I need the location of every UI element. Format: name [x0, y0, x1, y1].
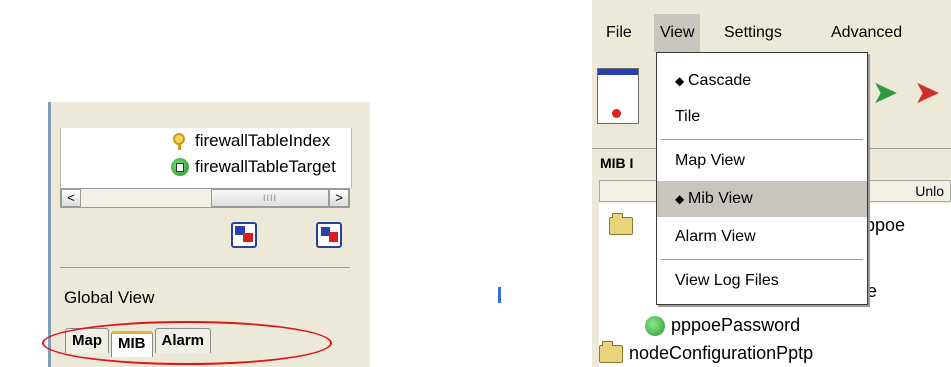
tree-item-clipped[interactable]: e — [867, 281, 877, 302]
tree-item-label: pppoePassword — [671, 315, 801, 335]
arrow-left-icon[interactable]: ➤ — [910, 72, 944, 112]
menu-item-label: Map View — [675, 152, 745, 169]
menu-item-label: Tile — [675, 108, 701, 125]
scroll-right-button[interactable]: > — [329, 189, 349, 207]
tree-item-label: firewallTableIndex — [195, 131, 331, 150]
global-view-label: Global View — [64, 288, 155, 307]
new-document-icon[interactable] — [597, 68, 639, 124]
menu-settings[interactable]: Settings — [718, 14, 788, 52]
tree-item-label: e — [867, 281, 878, 301]
menu-separator — [661, 139, 863, 140]
cascade-button[interactable] — [231, 222, 257, 248]
leaf-icon — [645, 315, 665, 336]
column-header-label: Unlo — [915, 183, 944, 199]
highlight-ellipse — [42, 321, 332, 365]
menu-item-map-view[interactable]: Map View — [657, 143, 867, 179]
tree-item-label: nodeConfigurationPptp — [629, 343, 814, 363]
mib-tree: firewallTableIndex firewallTableTarget — [60, 128, 352, 188]
view-menu-dropdown: ◆ Cascade Tile Map View ◆ Mib View Alarm… — [656, 52, 868, 305]
tree-item-pppoe-password[interactable]: pppoePassword — [645, 315, 800, 336]
scroll-thumb[interactable]: IIII — [211, 189, 329, 207]
menu-bar: File View Settings Advanced — [592, 14, 951, 54]
menu-file[interactable]: File — [600, 14, 638, 52]
menu-item-cascade[interactable]: ◆ Cascade — [657, 63, 867, 99]
scroll-left-button[interactable]: < — [61, 189, 81, 207]
tree-item-firewall-table-index[interactable]: firewallTableIndex — [171, 130, 330, 152]
divider — [60, 267, 350, 268]
panel-border — [48, 102, 51, 367]
tree-item-node-configuration-pptp[interactable]: nodeConfigurationPptp — [599, 340, 814, 364]
menu-advanced[interactable]: Advanced — [825, 14, 908, 52]
menu-item-label: Mib View — [688, 190, 753, 207]
menu-item-label: Alarm View — [675, 228, 756, 245]
menu-item-label: View Log Files — [675, 272, 779, 289]
menu-item-tile[interactable]: Tile — [657, 99, 867, 135]
menu-view[interactable]: View — [654, 14, 701, 52]
panel-edge-marker — [498, 287, 501, 303]
menu-item-view-log-files[interactable]: View Log Files — [657, 263, 867, 299]
menu-separator — [661, 259, 863, 260]
mib-label: MIB I — [600, 155, 634, 171]
key-icon — [171, 132, 189, 150]
menu-item-label: Cascade — [688, 72, 752, 89]
arrow-right-icon[interactable]: ➤ — [868, 72, 902, 112]
target-icon — [171, 158, 189, 176]
tree-item-firewall-table-target[interactable]: firewallTableTarget — [171, 156, 336, 178]
tile-button[interactable] — [316, 222, 342, 248]
folder-icon — [609, 212, 633, 235]
radio-bullet-icon: ◆ — [675, 192, 685, 206]
menu-item-alarm-view[interactable]: Alarm View — [657, 219, 867, 255]
tree-item-label: firewallTableTarget — [195, 157, 336, 176]
menu-item-mib-view[interactable]: ◆ Mib View — [657, 181, 867, 217]
view-button-bar — [60, 208, 350, 260]
radio-bullet-icon: ◆ — [675, 74, 685, 88]
folder-icon — [599, 340, 623, 363]
horizontal-scrollbar[interactable]: < IIII > — [60, 188, 350, 208]
